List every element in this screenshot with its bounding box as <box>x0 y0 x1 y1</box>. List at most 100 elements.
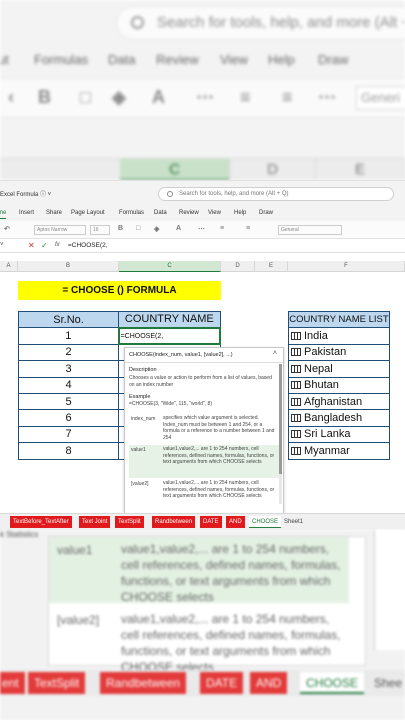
sheet-tab-active[interactable]: CHOOSE <box>249 516 282 528</box>
column-b[interactable]: B <box>18 261 119 272</box>
country-list-cell[interactable]: Bhutan <box>288 376 390 394</box>
file-name-text: Excel Formula <box>0 192 39 198</box>
sr-no-cell[interactable]: 5 <box>17 392 120 411</box>
font-size-box[interactable]: 16 <box>90 225 110 235</box>
bold-icon[interactable]: B <box>118 225 123 232</box>
column-a[interactable]: A <box>0 261 18 272</box>
argument-description: specifies which value argument is select… <box>163 415 275 441</box>
sr-no-cell[interactable]: 4 <box>17 376 120 394</box>
function-signature[interactable]: CHOOSE(index_num, value1, [value2], ...) <box>129 352 233 358</box>
name-box-chevron-icon[interactable]: ˅ <box>0 242 4 248</box>
sheet-tab[interactable]: Randbetween <box>152 516 196 528</box>
header-sr-no[interactable]: Sr.No. <box>17 310 120 329</box>
country-name: Nepal <box>304 362 333 375</box>
bg-argument-row: value1 value1,value2,... are 1 to 254 nu… <box>49 537 349 604</box>
column-c[interactable]: C <box>119 261 221 272</box>
search-box[interactable]: Search for tools, help, and more (Alt + … <box>158 187 394 201</box>
undo-icon[interactable]: ↶ <box>4 225 10 233</box>
header-country-list[interactable]: COUNTRY NAME LIST <box>288 310 390 329</box>
bg-menu-item: Review <box>156 52 199 67</box>
bg-menu-item: Formulas <box>34 52 89 67</box>
formula-title[interactable]: = CHOOSE () FORMULA <box>18 281 221 300</box>
tab-insert[interactable]: Insert <box>19 210 34 216</box>
sr-no-cell[interactable]: 1 <box>17 327 120 345</box>
collapse-chevron-icon[interactable]: ˄ <box>273 350 277 357</box>
tab-view[interactable]: View <box>208 210 221 216</box>
bg-font-color-icon: A <box>152 87 165 107</box>
argument-name: [value2] <box>131 481 149 487</box>
map-icon <box>291 414 301 423</box>
file-name[interactable]: Excel Formula ⓘ ˅ <box>0 189 51 198</box>
table-row: Nepal <box>288 360 390 378</box>
excel-window: Excel Formula ⓘ ˅ Search for tools, help… <box>0 180 405 530</box>
sheet-tab[interactable]: AND <box>226 516 245 528</box>
align-icon[interactable]: ≡ <box>220 225 224 232</box>
sr-no-cell[interactable]: 8 <box>17 442 120 460</box>
argument-description: value1,value2,... are 1 to 254 numbers, … <box>163 480 275 499</box>
column-header: A B C D E F <box>0 261 405 272</box>
sheet-tab[interactable]: DATE <box>200 516 222 528</box>
bg-sheet-tab: ent <box>0 672 25 694</box>
active-formula-cell[interactable]: =CHOOSE(2, <box>117 326 222 346</box>
table-row: Bangladesh <box>288 409 390 427</box>
column-d[interactable]: D <box>221 261 255 272</box>
sheet-tab[interactable]: Text Joint <box>79 516 111 528</box>
bg-more-icon: ⋯ <box>196 87 214 107</box>
country-list-table: COUNTRY NAME LIST India Pakistan Nepal B… <box>288 310 390 460</box>
description-text: Chooses a value or action to perform fro… <box>129 375 272 388</box>
screenshot-root: Search for tools, help, and more (Alt + … <box>0 0 405 720</box>
cancel-icon[interactable]: ✕ <box>28 241 35 250</box>
sheet-tabs-bar: TextBefore_TextAfter Text Joint TextSpli… <box>0 513 405 530</box>
bg-menu-bar: ut Formulas Data Review View Help Draw <box>0 50 405 72</box>
enter-icon[interactable]: ✓ <box>41 241 48 250</box>
bg-menu-item: ut <box>0 52 9 67</box>
country-list-cell[interactable]: Sri Lanka <box>288 425 390 444</box>
tab-share[interactable]: Share <box>46 210 62 216</box>
divider <box>125 362 283 363</box>
bg-argument-name: [value2] <box>57 613 100 627</box>
fx-label[interactable]: fx <box>55 242 60 248</box>
header-country-name[interactable]: COUNTRY NAME <box>118 310 221 329</box>
table-row: India <box>288 327 390 345</box>
sr-no-cell[interactable]: 6 <box>17 409 120 427</box>
wrap-icon[interactable]: ≡ <box>246 225 250 232</box>
tab-draw[interactable]: Draw <box>259 210 273 216</box>
bg-column-d: D <box>230 159 316 180</box>
scrollbar-thumb[interactable] <box>279 364 282 474</box>
bg-sheet-tab: Randbetween <box>100 672 187 694</box>
sr-no-cell[interactable]: 2 <box>17 343 120 362</box>
sr-no-cell[interactable]: 7 <box>17 425 120 444</box>
tab-page-layout[interactable]: Page Layout <box>71 210 105 216</box>
tab-data[interactable]: Data <box>154 210 167 216</box>
border-icon[interactable]: □ <box>136 225 140 232</box>
bg-argument-text: value1,value2,... are 1 to 254 numbers, … <box>121 542 341 604</box>
column-f[interactable]: F <box>288 261 405 272</box>
tab-formulas[interactable]: Formulas <box>119 210 144 216</box>
sheet-tab[interactable]: Sheet1 <box>281 516 306 528</box>
country-list-cell[interactable]: Bangladesh <box>288 409 390 427</box>
tab-review[interactable]: Review <box>179 210 199 216</box>
column-e[interactable]: E <box>255 261 288 272</box>
fill-color-icon[interactable]: ◈ <box>154 225 159 233</box>
sr-no-cell[interactable]: 3 <box>17 360 120 378</box>
font-color-icon[interactable]: A <box>176 225 181 232</box>
sheet-tab[interactable]: TextBefore_TextAfter <box>10 516 72 528</box>
bg-align-icon: ≡ <box>240 87 251 107</box>
tab-home[interactable]: me <box>0 210 7 219</box>
country-list-cell[interactable]: Nepal <box>288 360 390 378</box>
number-format-box[interactable]: General <box>278 225 342 235</box>
country-list-cell[interactable]: Afghanistan <box>288 392 390 411</box>
font-name-box[interactable]: Aptos Narrow <box>34 225 86 235</box>
argument-value2: [value2] value1,value2,... are 1 to 254 … <box>129 479 279 513</box>
country-list-cell[interactable]: India <box>288 327 390 345</box>
more-icon[interactable]: ⋯ <box>198 225 205 233</box>
bg-menu-item: Help <box>268 52 295 67</box>
tooltip-scrollbar[interactable] <box>279 364 282 504</box>
country-list-cell[interactable]: Myanmar <box>288 442 390 460</box>
formula-input[interactable]: =CHOOSE(2, <box>68 242 108 249</box>
country-list-cell[interactable]: Pakistan <box>288 343 390 362</box>
sheet-tab[interactable]: TextSplit <box>115 516 144 528</box>
tab-help[interactable]: Help <box>234 210 246 216</box>
country-name: Sri Lanka <box>304 428 351 441</box>
map-icon <box>291 348 301 357</box>
